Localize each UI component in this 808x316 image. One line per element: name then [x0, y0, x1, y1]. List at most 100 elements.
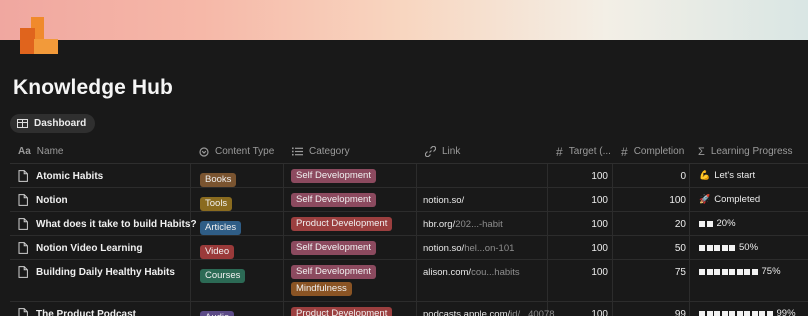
- column-divider: [689, 164, 690, 187]
- link-cell[interactable]: podcasts.apple.com/id/...40078: [423, 309, 555, 316]
- completion-value[interactable]: 20: [615, 219, 686, 230]
- select-property-icon: [199, 146, 209, 157]
- category-tag[interactable]: Self Development: [291, 241, 376, 255]
- row-name-cell[interactable]: Atomic Habits: [18, 170, 103, 182]
- table-row[interactable]: Atomic Habits Books Self Development 100 0 💪 L…: [10, 164, 808, 188]
- row-name-cell[interactable]: The Product Podcast: [18, 308, 136, 316]
- row-name: What does it take to build Habits?: [36, 218, 197, 230]
- completion-value[interactable]: 0: [615, 171, 686, 182]
- target-value[interactable]: 100: [550, 171, 608, 182]
- row-name: Atomic Habits: [36, 170, 104, 182]
- row-name-cell[interactable]: Notion Video Learning: [18, 242, 142, 254]
- table-row[interactable]: Notion Tools Self Development notion.so/100…: [10, 188, 808, 212]
- column-header-category[interactable]: Category: [292, 140, 350, 163]
- multiselect-property-icon: [292, 147, 303, 156]
- completion-value[interactable]: 99: [615, 309, 686, 316]
- table-row[interactable]: Building Daily Healthy Habits Courses Self…: [10, 260, 808, 302]
- category-tag[interactable]: Self Development: [291, 265, 376, 279]
- learning-progress: 75%: [699, 266, 781, 277]
- row-name: Building Daily Healthy Habits: [36, 266, 175, 278]
- page-cover: [0, 0, 808, 40]
- view-tab-dashboard[interactable]: Dashboard: [10, 114, 96, 133]
- column-divider: [416, 260, 417, 301]
- table-row[interactable]: What does it take to build Habits? Articl…: [10, 212, 808, 236]
- column-divider: [416, 188, 417, 211]
- flexed-biceps-icon: 💪: [699, 170, 711, 180]
- progress-block: [699, 220, 705, 227]
- category-tag[interactable]: Self Development: [291, 169, 376, 183]
- column-divider: [689, 212, 690, 235]
- progress-text: 75%: [761, 266, 781, 277]
- page-title: Knowledge Hub: [13, 76, 173, 99]
- link-domain: podcasts.apple.com/: [423, 309, 511, 316]
- column-divider: [547, 236, 548, 259]
- column-divider: [283, 164, 284, 187]
- table-row[interactable]: Notion Video Learning Video Self Developme…: [10, 236, 808, 260]
- row-name-cell[interactable]: What does it take to build Habits?: [18, 218, 197, 230]
- table-row[interactable]: The Product Podcast Audio Product Developm…: [10, 302, 808, 316]
- page-document-icon: [18, 242, 28, 254]
- column-header-learning-progress[interactable]: Σ Learning Progress: [698, 140, 793, 163]
- column-header-link[interactable]: Link: [425, 140, 460, 163]
- column-divider: [416, 164, 417, 187]
- content-type-tag[interactable]: Books: [200, 173, 237, 187]
- target-value[interactable]: 100: [550, 219, 608, 230]
- category-tag[interactable]: Mindfulness: [291, 282, 352, 296]
- table-icon: [17, 119, 28, 128]
- progress-block: [744, 268, 750, 275]
- number-property-icon: #: [556, 144, 563, 159]
- target-value[interactable]: 100: [550, 267, 608, 278]
- content-type-tag[interactable]: Courses: [200, 269, 246, 283]
- target-value[interactable]: 100: [550, 243, 608, 254]
- progress-block: [706, 268, 713, 275]
- progress-block: [729, 310, 735, 316]
- target-value[interactable]: 100: [550, 309, 608, 316]
- progress-block: [699, 244, 705, 251]
- link-cell[interactable]: alison.com/cou...habits: [423, 267, 520, 278]
- content-type-tag[interactable]: Articles: [200, 221, 242, 235]
- link-icon: [425, 146, 436, 157]
- link-cell[interactable]: notion.so/: [423, 195, 464, 206]
- content-type-tag[interactable]: Tools: [200, 197, 233, 211]
- progress-block: [766, 310, 773, 316]
- content-type-tag[interactable]: Video: [200, 245, 235, 259]
- completion-value[interactable]: 100: [615, 195, 686, 206]
- column-divider: [612, 236, 613, 259]
- content-type-tag[interactable]: Audio: [200, 311, 235, 316]
- column-divider: [547, 212, 548, 235]
- page-document-icon: [18, 218, 28, 230]
- category-tag[interactable]: Self Development: [291, 193, 376, 207]
- progress-block: [706, 244, 713, 251]
- category-tag[interactable]: Product Development: [291, 217, 393, 231]
- link-domain: notion.so/: [423, 243, 465, 254]
- column-header-completion[interactable]: # Completion: [621, 140, 684, 163]
- completion-value[interactable]: 75: [615, 267, 686, 278]
- row-name-cell[interactable]: Building Daily Healthy Habits: [18, 266, 175, 278]
- column-header-target[interactable]: # Target (...: [556, 140, 611, 163]
- progress-bar: [699, 244, 735, 251]
- link-cell[interactable]: hbr.org/202...-habit: [423, 219, 503, 230]
- page-icon[interactable]: [18, 17, 60, 57]
- link-cell[interactable]: notion.so/hel...on-101: [423, 243, 514, 254]
- column-divider: [416, 212, 417, 235]
- progress-block: [759, 310, 765, 316]
- row-name-cell[interactable]: Notion: [18, 194, 68, 206]
- column-divider: [416, 236, 417, 259]
- category-tag[interactable]: Product Development: [291, 307, 393, 316]
- page-document-icon: [18, 194, 28, 206]
- column-divider: [612, 188, 613, 211]
- learning-progress: 20%: [699, 218, 736, 229]
- rocket-icon: 🚀: [699, 194, 711, 204]
- progress-block: [729, 244, 735, 251]
- target-value[interactable]: 100: [550, 195, 608, 206]
- completion-value[interactable]: 50: [615, 243, 686, 254]
- column-divider: [612, 302, 613, 316]
- link-domain: hbr.org/: [423, 219, 456, 230]
- column-divider: [612, 212, 613, 235]
- link-path: hel...on-101: [464, 243, 515, 254]
- column-divider: [190, 260, 191, 301]
- column-header-content-type[interactable]: Content Type: [199, 140, 274, 163]
- column-header-name[interactable]: Aa Name: [18, 140, 63, 163]
- progress-block: [736, 310, 743, 316]
- progress-block: [721, 244, 728, 251]
